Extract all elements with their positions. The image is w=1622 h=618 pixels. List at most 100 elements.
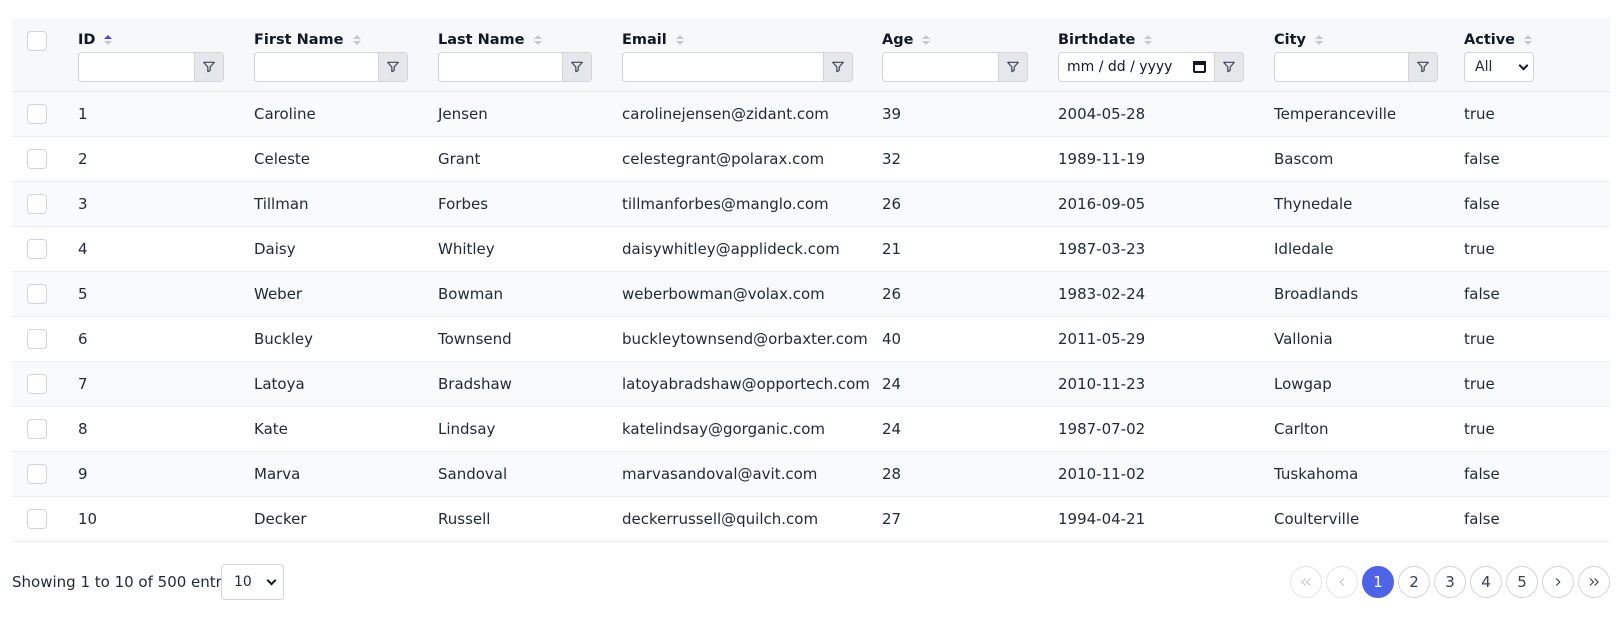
table-row[interactable]: 9 Marva Sandoval marvasandoval@avit.com 28 20… bbox=[12, 452, 1610, 497]
table-row[interactable]: 10 Decker Russell deckerrussell@quilch.com 2… bbox=[12, 497, 1610, 542]
cell-city: Bascom bbox=[1274, 150, 1334, 168]
row-checkbox[interactable] bbox=[27, 329, 47, 349]
sort-button-active[interactable]: Active bbox=[1464, 32, 1533, 48]
cell-id: 8 bbox=[78, 420, 88, 438]
filter-button-first-name[interactable] bbox=[378, 52, 408, 82]
prev-page-button[interactable] bbox=[1326, 566, 1358, 598]
table-row[interactable]: 1 Caroline Jensen carolinejensen@zidant.com… bbox=[12, 92, 1610, 137]
cell-city: Temperanceville bbox=[1274, 105, 1397, 123]
sort-button-email[interactable]: Email bbox=[622, 32, 684, 48]
page-size-select[interactable]: 10 bbox=[221, 564, 284, 600]
filter-input-first-name[interactable] bbox=[254, 52, 378, 82]
cell-city: Idledale bbox=[1274, 240, 1334, 258]
active-filter-select[interactable]: All bbox=[1464, 52, 1534, 82]
filter-input-last-name[interactable] bbox=[438, 52, 562, 82]
cell-age: 24 bbox=[882, 420, 902, 438]
table-row[interactable]: 5 Weber Bowman weberbowman@volax.com 26 1983-… bbox=[12, 272, 1610, 317]
column-header-age: Age bbox=[882, 18, 1042, 92]
filter-input-email[interactable] bbox=[622, 52, 823, 82]
cell-active: false bbox=[1464, 195, 1500, 213]
cell-birthdate: 1994-04-21 bbox=[1058, 510, 1146, 528]
table-row[interactable]: 4 Daisy Whitley daisywhitley@applideck.com 2… bbox=[12, 227, 1610, 272]
table-row[interactable]: 8 Kate Lindsay katelindsay@gorganic.com 24 19… bbox=[12, 407, 1610, 452]
cell-birthdate: 1987-03-23 bbox=[1058, 240, 1146, 258]
select-all-checkbox[interactable] bbox=[27, 31, 47, 51]
sort-icon bbox=[922, 35, 931, 45]
cell-birthdate: 2010-11-02 bbox=[1058, 465, 1146, 483]
row-checkbox[interactable] bbox=[27, 194, 47, 214]
filter-input-city[interactable] bbox=[1274, 52, 1408, 82]
page-button-4[interactable]: 4 bbox=[1470, 566, 1502, 598]
sort-button-age[interactable]: Age bbox=[882, 32, 931, 48]
column-label-age: Age bbox=[882, 32, 914, 48]
row-checkbox[interactable] bbox=[27, 509, 47, 529]
page-button-5[interactable]: 5 bbox=[1506, 566, 1538, 598]
filter-input-id[interactable] bbox=[78, 52, 194, 82]
cell-id: 9 bbox=[78, 465, 88, 483]
row-checkbox[interactable] bbox=[27, 284, 47, 304]
sort-button-id[interactable]: ID bbox=[78, 32, 113, 48]
next-page-button[interactable] bbox=[1542, 566, 1574, 598]
table-row[interactable]: 7 Latoya Bradshaw latoyabradshaw@opportech.… bbox=[12, 362, 1610, 407]
cell-age: 32 bbox=[882, 150, 902, 168]
row-checkbox[interactable] bbox=[27, 239, 47, 259]
filter-button-id[interactable] bbox=[194, 52, 224, 82]
cell-email: celestegrant@polarax.com bbox=[622, 150, 825, 168]
sort-icon bbox=[1315, 35, 1323, 45]
page-button-2[interactable]: 2 bbox=[1398, 566, 1430, 598]
row-checkbox[interactable] bbox=[27, 104, 47, 124]
funnel-icon bbox=[571, 61, 583, 73]
cell-active: false bbox=[1464, 150, 1500, 168]
cell-last: Bradshaw bbox=[438, 375, 512, 393]
page-size-value: 10 bbox=[234, 574, 252, 590]
column-label-city: City bbox=[1274, 32, 1306, 48]
table-row[interactable]: 3 Tillman Forbes tillmanforbes@manglo.com 26… bbox=[12, 182, 1610, 227]
column-label-id: ID bbox=[78, 32, 96, 48]
table-body: 1 Caroline Jensen carolinejensen@zidant.com… bbox=[12, 92, 1610, 542]
cell-last: Bowman bbox=[438, 285, 504, 303]
row-checkbox[interactable] bbox=[27, 419, 47, 439]
filter-button-age[interactable] bbox=[998, 52, 1028, 82]
cell-city: Carlton bbox=[1274, 420, 1329, 438]
cell-age: 27 bbox=[882, 510, 902, 528]
page-button-3[interactable]: 3 bbox=[1434, 566, 1466, 598]
sort-button-first-name[interactable]: First Name bbox=[254, 32, 361, 48]
cell-first: Marva bbox=[254, 465, 301, 483]
filter-button-birthdate[interactable] bbox=[1214, 52, 1244, 82]
cell-last: Lindsay bbox=[438, 420, 496, 438]
calendar-icon[interactable] bbox=[1193, 61, 1206, 73]
cell-email: weberbowman@volax.com bbox=[622, 285, 825, 303]
filter-button-last-name[interactable] bbox=[562, 52, 592, 82]
sort-button-birthdate[interactable]: Birthdate bbox=[1058, 32, 1153, 48]
funnel-icon bbox=[387, 61, 399, 73]
cell-age: 21 bbox=[882, 240, 902, 258]
row-checkbox[interactable] bbox=[27, 149, 47, 169]
filter-button-email[interactable] bbox=[823, 52, 853, 82]
column-header-first-name: First Name bbox=[254, 18, 424, 92]
page-button-1[interactable]: 1 bbox=[1362, 566, 1394, 598]
table-row[interactable]: 2 Celeste Grant celestegrant@polarax.com 32 1… bbox=[12, 137, 1610, 182]
first-page-button[interactable] bbox=[1290, 566, 1322, 598]
filter-button-city[interactable] bbox=[1408, 52, 1438, 82]
cell-active: true bbox=[1464, 330, 1495, 348]
cell-last: Russell bbox=[438, 510, 491, 528]
cell-last: Sandoval bbox=[438, 465, 508, 483]
cell-first: Caroline bbox=[254, 105, 316, 123]
filter-active: All bbox=[1464, 52, 1534, 82]
chevron-right-icon bbox=[1555, 578, 1561, 586]
cell-first: Buckley bbox=[254, 330, 314, 348]
row-checkbox[interactable] bbox=[27, 464, 47, 484]
double-chevron-left-icon bbox=[1301, 578, 1311, 586]
row-checkbox[interactable] bbox=[27, 374, 47, 394]
sort-button-city[interactable]: City bbox=[1274, 32, 1323, 48]
table-row[interactable]: 6 Buckley Townsend buckleytownsend@orbaxter… bbox=[12, 317, 1610, 362]
sort-icon bbox=[1524, 35, 1533, 45]
last-page-button[interactable] bbox=[1578, 566, 1610, 598]
filter-birthdate: mm / dd / yyyy bbox=[1058, 52, 1244, 82]
filter-input-age[interactable] bbox=[882, 52, 998, 82]
sort-button-last-name[interactable]: Last Name bbox=[438, 32, 542, 48]
filter-date-input-birthdate[interactable]: mm / dd / yyyy bbox=[1058, 52, 1214, 82]
sort-ascending-icon bbox=[104, 35, 113, 45]
cell-birthdate: 2004-05-28 bbox=[1058, 105, 1146, 123]
column-label-email: Email bbox=[622, 32, 667, 48]
